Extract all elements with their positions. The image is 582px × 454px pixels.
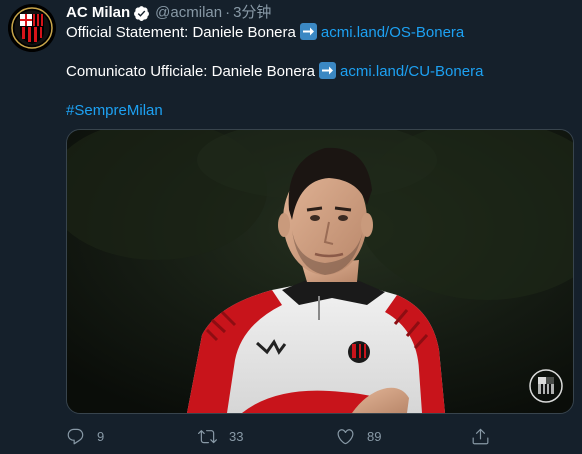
reply-button[interactable]: 9 [66, 424, 104, 448]
retweet-icon [198, 429, 217, 443]
avatar[interactable] [8, 4, 56, 52]
tweet[interactable]: AC Milan @acmilan · 3分钟 Official Stateme… [0, 0, 582, 454]
like-count: 89 [367, 428, 382, 444]
retweet-button[interactable]: 33 [198, 424, 243, 448]
right-arrow-emoji-icon [299, 23, 317, 40]
retweet-count: 33 [229, 428, 244, 444]
reply-count: 9 [97, 428, 105, 444]
tweet-line-hashtag: #SempreMilan [66, 101, 163, 121]
share-button[interactable] [471, 424, 502, 448]
statement-text: Official Statement: Daniele Bonera [66, 24, 296, 41]
right-arrow-emoji-icon [319, 62, 337, 79]
tweet-header: AC Milan @acmilan · 3分钟 [66, 3, 271, 23]
heart-icon [337, 428, 354, 444]
comunicato-text: Comunicato Ufficiale: Daniele Bonera [66, 63, 316, 80]
separator-dot: · [225, 4, 231, 21]
tweet-line-comunicato: Comunicato Ufficiale: Daniele Bonera acmi… [66, 62, 483, 82]
verified-badge-icon [133, 5, 150, 22]
tweet-media-photo[interactable] [66, 129, 574, 414]
official-statement-link[interactable]: acmi.land/OS-Bonera [321, 24, 464, 41]
comunicato-link[interactable]: acmi.land/CU-Bonera [340, 63, 483, 80]
tweet-line-official: Official Statement: Daniele Bonera acmi.l… [66, 23, 464, 43]
hashtag-link[interactable]: #SempreMilan [66, 102, 163, 119]
timestamp[interactable]: 3分钟 [233, 3, 271, 23]
tweet-actions: 9 33 89 [66, 424, 506, 448]
share-icon [472, 428, 489, 444]
like-button[interactable]: 89 [336, 424, 381, 448]
account-name[interactable]: AC Milan [66, 3, 130, 23]
account-handle[interactable]: @acmilan [155, 3, 222, 23]
reply-icon [67, 428, 84, 444]
